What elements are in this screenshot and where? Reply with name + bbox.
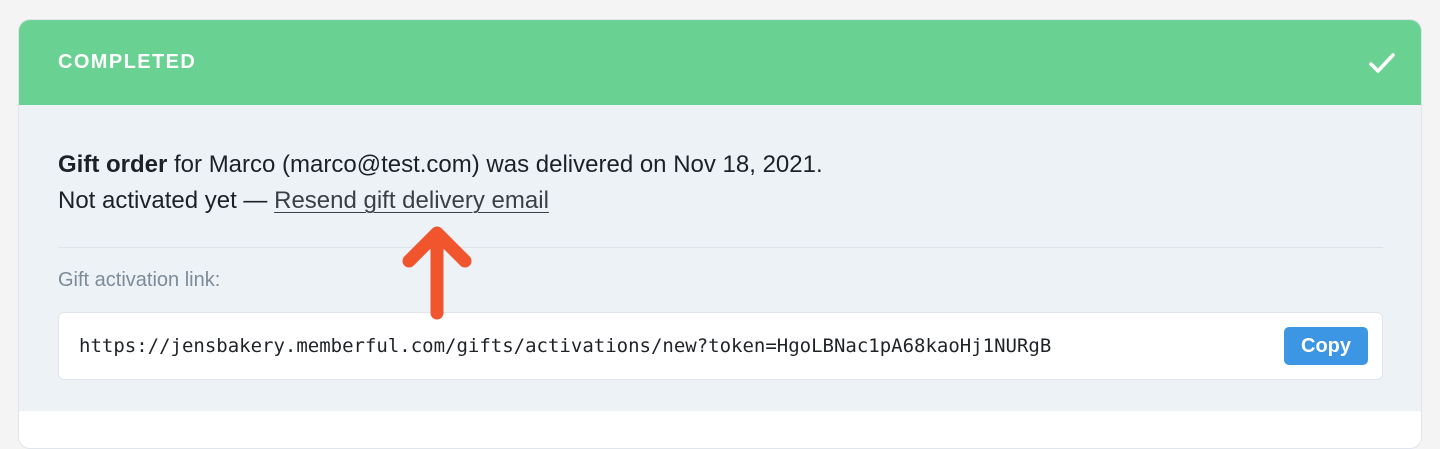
order-details: Gift order for Marco (marco@test.com) wa…: [19, 105, 1421, 380]
copy-button[interactable]: Copy: [1284, 327, 1368, 365]
card-footer: [19, 411, 1421, 448]
activation-link-box: https://jensbakery.memberful.com/gifts/a…: [58, 312, 1383, 380]
arrow-up-icon: [402, 226, 472, 320]
gift-order-card: COMPLETED Gift order for Marco (marco@te…: [18, 19, 1422, 449]
check-icon: [1369, 52, 1395, 73]
order-type: Gift order: [58, 151, 168, 178]
order-summary-line: Gift order for Marco (marco@test.com) wa…: [58, 147, 1382, 183]
divider: [58, 247, 1383, 248]
status-header: COMPLETED: [19, 20, 1421, 105]
activation-status-line: Not activated yet — Resend gift delivery…: [58, 183, 1382, 219]
activation-link-url[interactable]: https://jensbakery.memberful.com/gifts/a…: [79, 335, 1051, 357]
status-title: COMPLETED: [58, 51, 197, 73]
activation-status: Not activated yet —: [58, 187, 268, 214]
resend-email-link[interactable]: Resend gift delivery email: [274, 187, 549, 214]
order-description: for Marco (marco@test.com) was delivered…: [174, 151, 823, 178]
activation-link-label: Gift activation link:: [58, 269, 221, 291]
